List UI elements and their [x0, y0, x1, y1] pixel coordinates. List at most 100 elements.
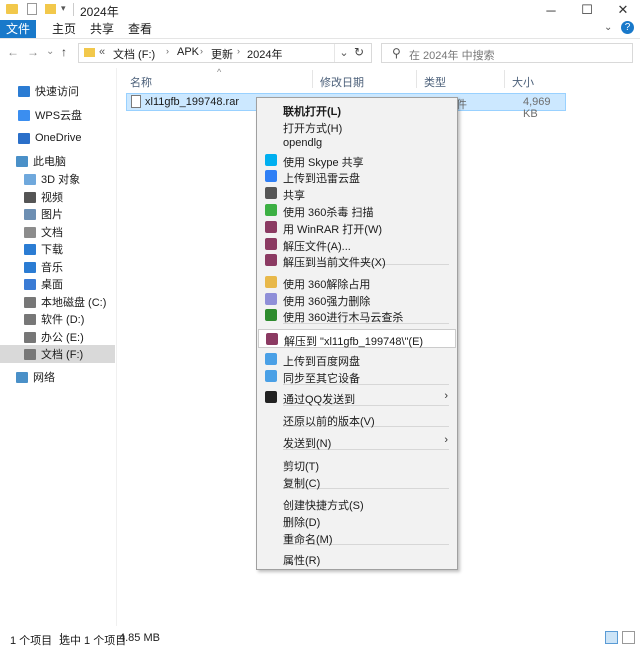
details-view-icon[interactable]	[605, 631, 618, 644]
address-bar[interactable]: « 文档 (F:) › APK › 更新 › 2024年 ⌄ ↻	[78, 43, 372, 63]
menu-item-rename[interactable]: 重命名(M)	[258, 528, 456, 547]
sidebar-item-3d-objects[interactable]: 3D 对象	[0, 170, 115, 188]
sidebar-item-music[interactable]: 音乐	[0, 258, 115, 276]
breadcrumb-2024[interactable]: 2024年	[247, 46, 282, 62]
breadcrumb-separator-icon: ›	[200, 46, 203, 56]
address-dropdown-icon[interactable]: ⌄	[334, 44, 353, 62]
column-header-name[interactable]: 名称	[130, 74, 152, 90]
sidebar-item-this-pc[interactable]: 此电脑	[0, 152, 115, 170]
sidebar-item-videos[interactable]: 视频	[0, 188, 115, 206]
sidebar-item-drive-e[interactable]: 办公 (E:)	[0, 328, 115, 346]
menu-item-restore-versions[interactable]: 还原以前的版本(V)	[258, 410, 456, 429]
breadcrumb-apk[interactable]: APK	[177, 46, 199, 58]
breadcrumb-updates[interactable]: 更新	[211, 46, 233, 62]
360-trojan-icon	[265, 309, 277, 321]
sidebar-item-drive-f[interactable]: 文档 (F:)	[0, 345, 115, 363]
menu-item-label: opendlg	[283, 137, 323, 149]
menu-item-label: 属性(R)	[283, 555, 321, 567]
search-input[interactable]: 在 2024年 中搜索	[409, 47, 495, 63]
picture-icon	[24, 208, 36, 220]
sidebar-item-pictures[interactable]: 图片	[0, 205, 115, 223]
minimize-button[interactable]: ─	[533, 0, 569, 20]
menu-item-label: 复制(C)	[283, 478, 321, 490]
sidebar-item-network[interactable]: 网络	[0, 368, 115, 386]
menu-item-properties[interactable]: 属性(R)	[258, 549, 456, 568]
sidebar-item-label: 桌面	[41, 279, 63, 291]
recent-locations-button[interactable]: ⌄	[46, 46, 54, 57]
column-header-size[interactable]: 大小	[512, 74, 534, 90]
menu-item-label: 同步至其它设备	[283, 373, 360, 385]
qq-icon	[265, 391, 277, 403]
forward-button[interactable]: →	[27, 45, 39, 59]
quick-access-dropdown-icon[interactable]: ▾	[61, 3, 66, 14]
context-menu: 联机打开(L) 打开方式(H) opendlg 使用 Skype 共享 上传到迅雷云盘共…	[256, 97, 458, 570]
tab-file[interactable]: 文件	[0, 20, 36, 38]
menu-item-send-to[interactable]: 发送到(N) ›	[258, 432, 456, 451]
document-icon	[24, 226, 36, 238]
close-button[interactable]: ✕	[605, 0, 640, 20]
sidebar-item-documents[interactable]: 文档	[0, 223, 115, 241]
sidebar-item-downloads[interactable]: 下载	[0, 240, 115, 258]
item-count: 1 个项目	[10, 635, 53, 647]
sidebar-item-wps-cloud[interactable]: WPS云盘	[0, 106, 115, 124]
new-folder-quick-icon[interactable]	[45, 4, 56, 14]
submenu-arrow-icon: ›	[444, 434, 448, 446]
large-icons-view-icon[interactable]	[622, 631, 635, 644]
ribbon-expand-icon[interactable]: ⌄	[604, 22, 612, 33]
tab-view[interactable]: 查看	[120, 20, 160, 38]
sidebar-item-drive-c[interactable]: 本地磁盘 (C:)	[0, 293, 115, 311]
star-icon	[18, 85, 30, 97]
column-header-date[interactable]: 修改日期	[320, 74, 364, 90]
column-header-type[interactable]: 类型	[424, 74, 446, 90]
desktop-icon	[24, 278, 36, 290]
menu-item-label: 使用 360进行木马云查杀	[283, 312, 404, 324]
file-name: xl11gfb_199748.rar	[145, 96, 239, 108]
tab-share[interactable]: 共享	[82, 20, 122, 38]
menu-item-qq-send[interactable]: 通过QQ发送到 ›	[258, 388, 456, 407]
sidebar-item-label: 文档 (F:)	[41, 349, 84, 361]
sidebar-item-desktop[interactable]: 桌面	[0, 275, 115, 293]
share-icon	[265, 187, 277, 199]
menu-item-extract-to[interactable]: 解压到 "xl11gfb_199748\"(E)	[258, 329, 456, 348]
network-icon	[16, 371, 28, 383]
maximize-button[interactable]: ☐	[569, 0, 605, 20]
column-divider[interactable]	[416, 70, 417, 88]
help-icon[interactable]: ?	[621, 21, 634, 34]
menu-item-copy[interactable]: 复制(C)	[258, 472, 456, 491]
sidebar-item-label: 此电脑	[33, 156, 66, 168]
up-button[interactable]: ↑	[61, 45, 67, 59]
menu-item-extract-here[interactable]: 解压到当前文件夹(X)	[258, 251, 456, 270]
ribbon-tabs: 文件 主页 共享 查看 ⌄ ?	[0, 20, 640, 39]
properties-quick-icon[interactable]	[27, 3, 37, 15]
tab-home[interactable]: 主页	[44, 20, 84, 38]
column-divider[interactable]	[312, 70, 313, 88]
sidebar-item-label: 文档	[41, 227, 63, 239]
menu-item-label: 解压到当前文件夹(X)	[283, 257, 386, 269]
selected-size: 4.85 MB	[119, 632, 160, 644]
breadcrumb-overflow[interactable]: «	[99, 46, 105, 58]
sidebar-item-label: 音乐	[41, 262, 63, 274]
refresh-button[interactable]: ↻	[354, 45, 364, 59]
computer-icon	[16, 155, 28, 167]
navigation-pane: 快速访问 WPS云盘 OneDrive 此电脑 3D 对象视频 图片文档下载音乐桌面本地磁…	[0, 68, 117, 626]
column-divider[interactable]	[504, 70, 505, 88]
breadcrumb-separator-icon: ›	[237, 46, 240, 56]
folder-icon	[6, 4, 18, 14]
baidu-netdisk-icon	[265, 353, 277, 365]
menu-item-sync-devices[interactable]: 同步至其它设备	[258, 367, 456, 386]
360-delete-icon	[265, 293, 277, 305]
breadcrumb-drive-f[interactable]: 文档 (F:)	[113, 46, 155, 62]
thunder-cloud-icon	[265, 170, 277, 182]
sidebar-item-onedrive[interactable]: OneDrive	[0, 129, 115, 147]
sidebar-item-label: 下载	[41, 244, 63, 256]
sidebar-item-label: WPS云盘	[35, 110, 83, 122]
submenu-arrow-icon: ›	[444, 390, 448, 402]
download-icon	[24, 243, 36, 255]
sidebar-item-label: 视频	[41, 192, 63, 204]
menu-item-360-trojan-scan[interactable]: 使用 360进行木马云查杀	[258, 306, 456, 325]
winrar-icon	[265, 254, 277, 266]
search-box[interactable]: ⚲ 在 2024年 中搜索	[381, 43, 633, 63]
sidebar-item-quick-access[interactable]: 快速访问	[0, 82, 115, 100]
back-button[interactable]: ←	[7, 45, 19, 59]
sidebar-item-drive-d[interactable]: 软件 (D:)	[0, 310, 115, 328]
